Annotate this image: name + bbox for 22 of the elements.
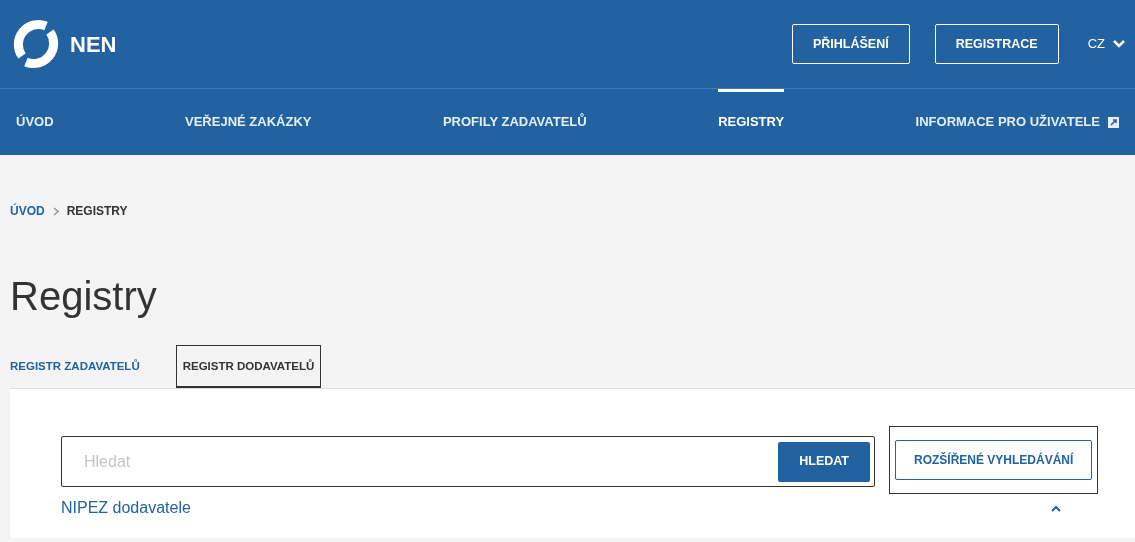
chevron-down-icon [1113, 40, 1125, 48]
language-select[interactable]: CZ [1087, 34, 1125, 54]
nav-link[interactable]: REGISTRY [718, 89, 785, 155]
external-link-icon [1108, 116, 1119, 128]
nav-link[interactable]: VEŘEJNÉ ZAKÁZKY [185, 89, 312, 155]
header-button[interactable]: REGISTRACE [934, 24, 1059, 64]
nav-link[interactable]: PROFILY ZADAVATELŮ [442, 89, 587, 155]
tab[interactable]: REGISTR ZADAVATELŮ [10, 345, 140, 388]
search-button[interactable]: HLEDAT [778, 441, 870, 482]
breadcrumb-item[interactable]: ÚVOD [10, 202, 45, 220]
advanced-search-button[interactable]: ROZŠÍŘENÉ VYHLEDÁVÁNÍ [895, 440, 1093, 480]
tab[interactable]: REGISTR DODAVATELŮ [175, 345, 322, 388]
breadcrumb-item: REGISTRY [66, 203, 128, 220]
header-button[interactable]: PŘIHLÁŠENÍ [792, 24, 910, 64]
search-field[interactable]: Hledat HLEDAT [61, 436, 875, 487]
chevron-up-icon[interactable] [1051, 504, 1061, 512]
page-title: Registry [9, 273, 158, 320]
section-link[interactable]: NIPEZ dodavatele [61, 496, 191, 520]
chevron-right-icon [52, 206, 59, 216]
nav-link[interactable]: ÚVOD [16, 89, 54, 155]
nav-link[interactable]: INFORMACE PRO UŽIVATELE [915, 89, 1119, 155]
logo-text[interactable]: NEN [70, 27, 117, 61]
